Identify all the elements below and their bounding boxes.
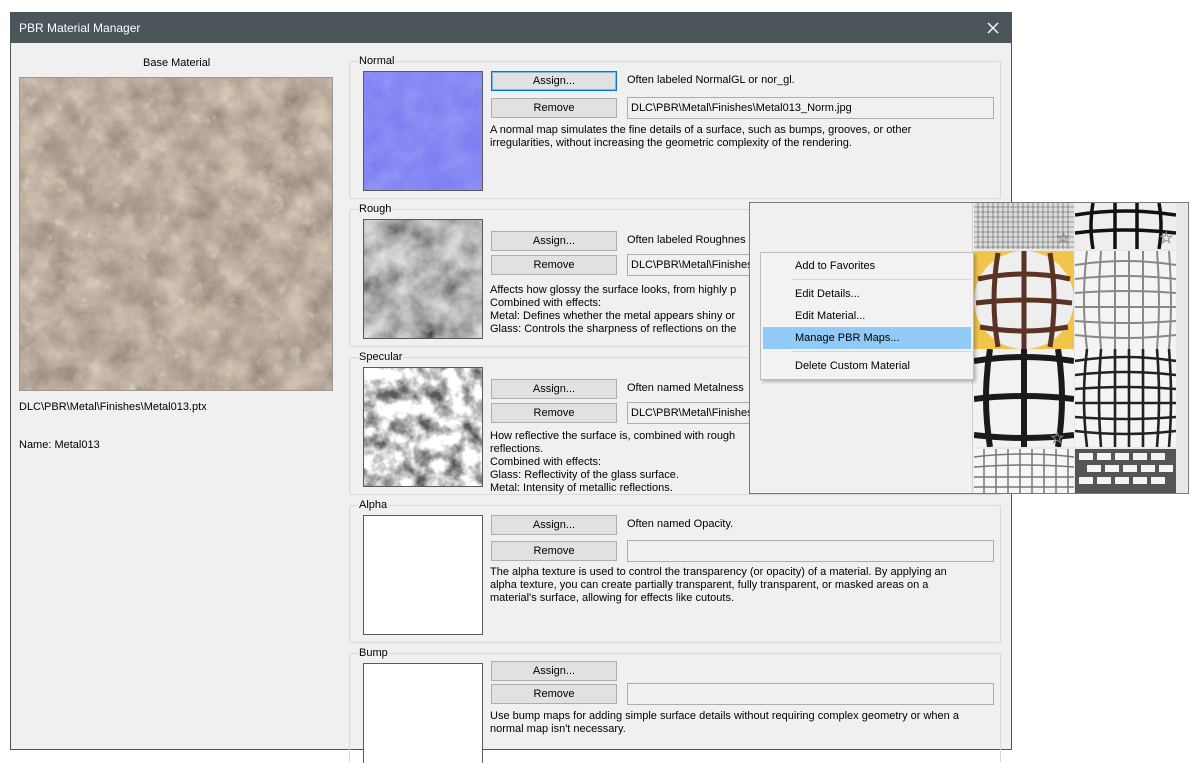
alpha-map-section: Assign... Often named Opacity. Remove Th… xyxy=(348,499,1002,645)
base-material-path: DLC\PBR\Metal\Finishes\Metal013.ptx xyxy=(19,401,207,413)
material-thumbnail-grid: ☆ ☆ ☆ xyxy=(974,203,1188,493)
specular-label: Specular xyxy=(358,351,404,363)
rough-label: Rough xyxy=(358,203,393,215)
title-bar[interactable]: PBR Material Manager xyxy=(11,13,1011,43)
close-button[interactable] xyxy=(981,16,1005,40)
rough-map-thumbnail xyxy=(363,219,483,339)
rough-hint: Often labeled Roughnes xyxy=(627,234,746,246)
alpha-assign-button[interactable]: Assign... xyxy=(491,515,617,535)
bump-description: Use bump maps for adding simple surface … xyxy=(490,710,959,735)
normal-label: Normal xyxy=(358,55,396,67)
menu-item-add-to-favorites[interactable]: Add to Favorites xyxy=(763,255,971,277)
alpha-hint: Often named Opacity. xyxy=(627,518,734,530)
normal-map-thumbnail xyxy=(363,71,483,191)
alpha-label: Alpha xyxy=(358,499,389,511)
specular-hint: Often named Metalness xyxy=(627,382,744,394)
normal-hint: Often labeled NormalGL or nor_gl. xyxy=(627,74,795,86)
material-tile[interactable] xyxy=(974,251,1074,349)
material-tile[interactable] xyxy=(1075,449,1176,493)
bump-path-field[interactable] xyxy=(627,683,994,705)
base-material-title: Base Material xyxy=(143,57,211,69)
base-material-panel: Base Material DLC\PBR\Metal\Finishes\Met… xyxy=(11,43,346,749)
specular-assign-button[interactable]: Assign... xyxy=(491,379,617,399)
close-icon xyxy=(987,22,999,34)
svg-text:☆: ☆ xyxy=(1056,230,1070,247)
alpha-path-field[interactable] xyxy=(627,540,994,562)
menu-item-manage-pbr-maps[interactable]: Manage PBR Maps... xyxy=(763,327,971,349)
context-menu: Add to Favorites Edit Details... Edit Ma… xyxy=(760,252,974,380)
normal-path-field[interactable]: DLC\PBR\Metal\Finishes\Metal013_Norm.jpg xyxy=(627,97,994,119)
svg-text:☆: ☆ xyxy=(1159,230,1173,247)
bump-group-box: Assign... Remove Use bump maps for addin… xyxy=(349,653,1001,763)
bump-assign-button[interactable]: Assign... xyxy=(491,661,617,681)
alpha-description: The alpha texture is used to control the… xyxy=(490,566,947,604)
menu-separator xyxy=(791,279,971,280)
normal-assign-button[interactable]: Assign... xyxy=(491,71,617,91)
base-material-name: Name: Metal013 xyxy=(19,439,100,451)
rough-assign-button[interactable]: Assign... xyxy=(491,231,617,251)
rough-remove-button[interactable]: Remove xyxy=(491,255,617,275)
alpha-remove-button[interactable]: Remove xyxy=(491,541,617,561)
base-material-preview xyxy=(19,77,333,391)
specular-map-thumbnail xyxy=(363,367,483,487)
window-title: PBR Material Manager xyxy=(19,21,141,35)
normal-group-box: Assign... Often labeled NormalGL or nor_… xyxy=(349,61,1001,199)
menu-separator xyxy=(791,351,971,352)
specular-remove-button[interactable]: Remove xyxy=(491,403,617,423)
menu-item-edit-details[interactable]: Edit Details... xyxy=(763,283,971,305)
material-tile[interactable]: ☆ xyxy=(974,203,1074,249)
material-tile[interactable]: ☆ xyxy=(1075,203,1176,249)
menu-item-edit-material[interactable]: Edit Material... xyxy=(763,305,971,327)
material-tile[interactable] xyxy=(974,449,1074,493)
menu-item-delete-custom-material[interactable]: Delete Custom Material xyxy=(763,355,971,377)
bump-label: Bump xyxy=(358,647,389,659)
alpha-group-box: Assign... Often named Opacity. Remove Th… xyxy=(349,505,1001,643)
bump-map-thumbnail xyxy=(363,663,483,763)
material-tile[interactable] xyxy=(1075,251,1176,349)
svg-text:☆: ☆ xyxy=(1050,430,1064,447)
normal-map-section: Assign... Often labeled NormalGL or nor_… xyxy=(348,55,1002,201)
bump-map-section: Assign... Remove Use bump maps for addin… xyxy=(348,647,1002,763)
material-tile[interactable] xyxy=(1075,349,1176,447)
normal-remove-button[interactable]: Remove xyxy=(491,98,617,118)
bump-remove-button[interactable]: Remove xyxy=(491,684,617,704)
alpha-map-thumbnail xyxy=(363,515,483,635)
material-tile[interactable]: ☆ xyxy=(974,349,1074,447)
normal-description: A normal map simulates the fine details … xyxy=(490,124,912,149)
